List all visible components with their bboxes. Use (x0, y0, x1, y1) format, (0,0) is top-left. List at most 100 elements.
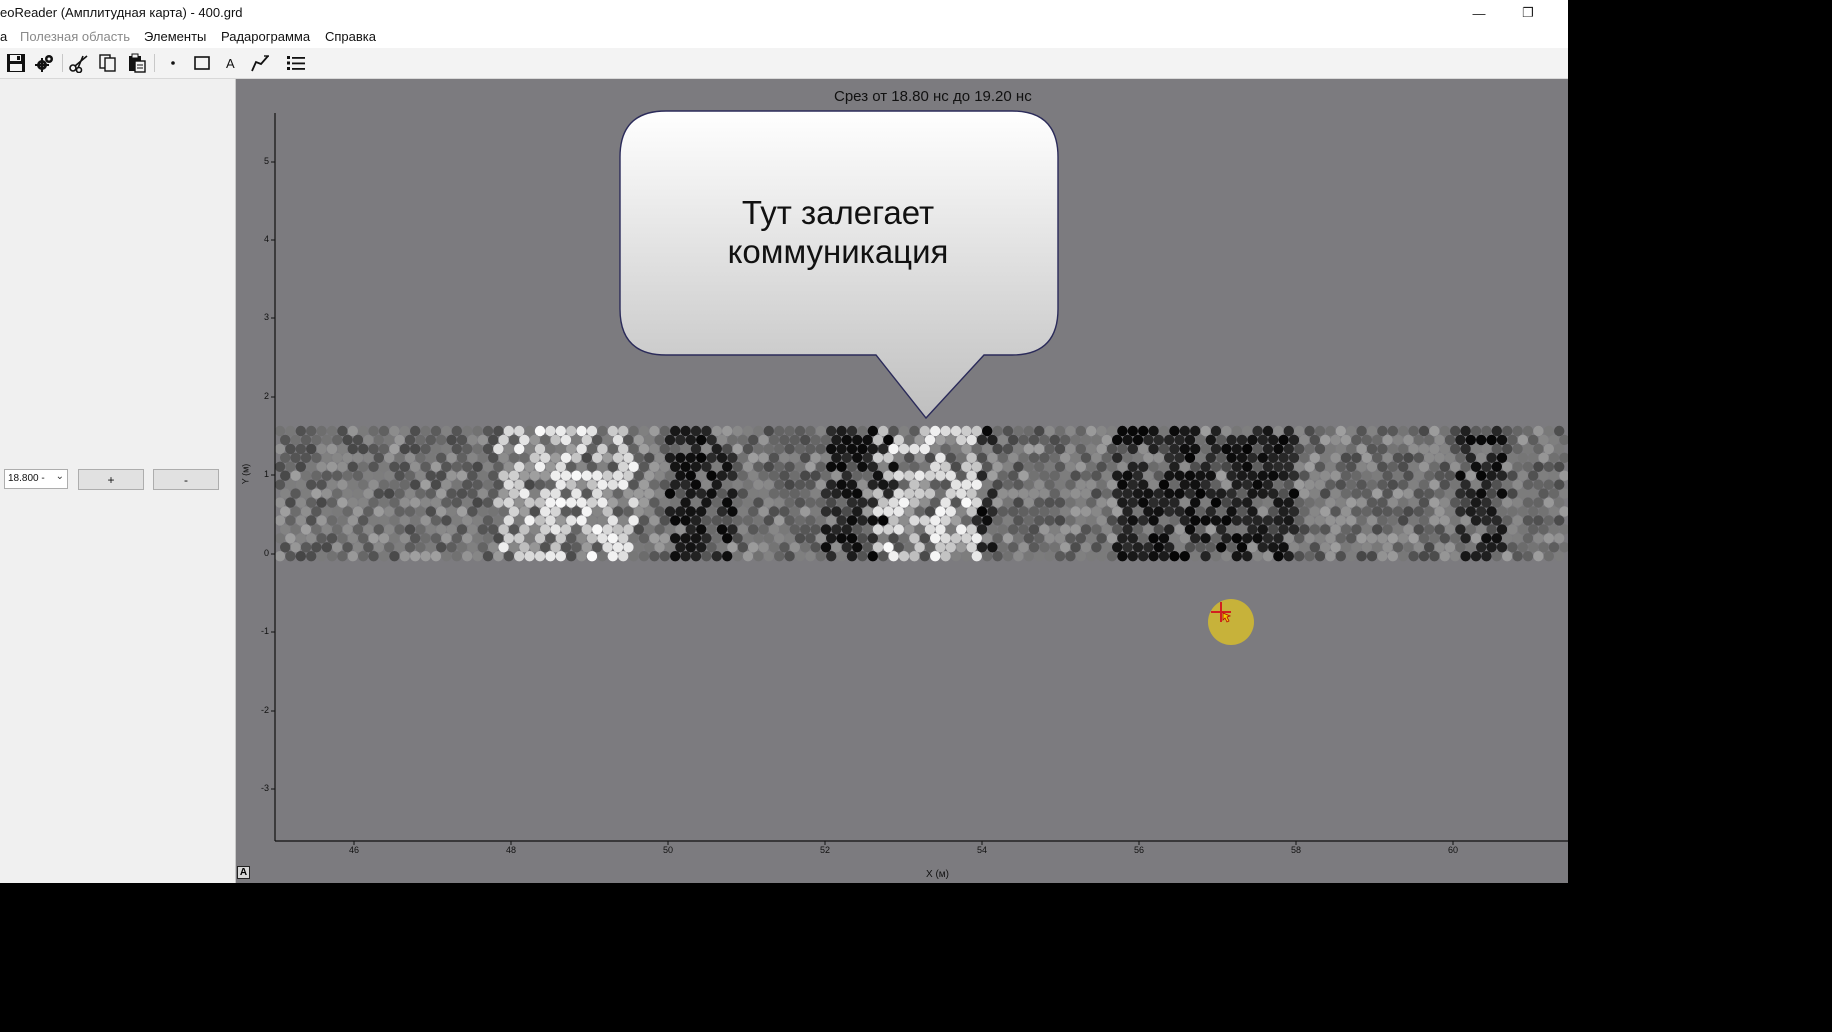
text-icon[interactable]: A (219, 52, 243, 74)
amplitude-cell (368, 515, 379, 526)
amplitude-cell (1023, 551, 1034, 562)
amplitude-cell (841, 524, 852, 535)
amplitude-cell (571, 452, 582, 463)
amplitude-cell (571, 542, 582, 553)
amplitude-cell (732, 497, 743, 508)
time-slice-select[interactable]: 18.800 - ⌄ (4, 469, 68, 489)
amplitude-cell (857, 533, 868, 544)
amplitude-cell (467, 542, 478, 553)
amplitude-cell (852, 488, 863, 499)
amplitude-cell (602, 470, 613, 481)
amplitude-cell (1392, 506, 1404, 517)
menu-useful-area[interactable]: Полезная область (20, 29, 130, 44)
point-icon[interactable] (161, 52, 185, 74)
amplitude-cell (810, 452, 821, 463)
menu-radargram[interactable]: Радарограмма (221, 29, 310, 44)
amplitude-cell (342, 470, 353, 481)
amplitude-cell (274, 533, 286, 544)
amplitude-map-plot[interactable]: Срез от 18.80 нс до 19.20 нс 5 4 3 2 1 0… (236, 79, 1568, 883)
amplitude-cell (836, 479, 847, 490)
amplitude-cell (1054, 479, 1066, 490)
amplitude-cell (628, 533, 639, 544)
amplitude-cell (711, 551, 722, 562)
restore-button[interactable]: ❐ (1505, 0, 1551, 26)
amplitude-cell (430, 533, 442, 544)
amplitude-cell (722, 425, 733, 437)
amplitude-cell (1486, 470, 1497, 481)
amplitude-cell (696, 524, 707, 535)
amplitude-cell (612, 542, 624, 553)
amplitude-cell (1262, 515, 1274, 526)
amplitude-cell (1008, 488, 1019, 499)
amplitude-cell (602, 506, 613, 517)
copy-icon[interactable] (96, 52, 120, 74)
amplitude-cell (404, 470, 416, 481)
amplitude-cell (1283, 497, 1295, 508)
amplitude-cell (961, 443, 972, 455)
amplitude-cell (774, 551, 785, 562)
rectangle-icon[interactable] (190, 52, 214, 74)
amplitude-cell (1554, 443, 1565, 455)
amplitude-cell (789, 542, 800, 553)
amplitude-cell (1143, 488, 1154, 499)
cut-icon[interactable] (67, 52, 91, 74)
amplitude-cell (1122, 542, 1133, 553)
amplitude-cell (1138, 515, 1149, 526)
polyline-icon[interactable] (248, 52, 272, 74)
amplitude-cell (1210, 443, 1222, 455)
amplitude-cell (909, 551, 920, 562)
amplitude-cell (1377, 479, 1388, 490)
amplitude-cell (1522, 479, 1534, 490)
amplitude-cell (1408, 533, 1419, 544)
amplitude-cell (831, 434, 842, 446)
amplitude-cell (342, 452, 353, 463)
amplitude-cell (1060, 452, 1071, 463)
amplitude-cell (987, 542, 998, 553)
amplitude-cell (623, 452, 634, 463)
minimize-button[interactable]: — (1456, 0, 1502, 26)
amplitude-cell (1450, 551, 1461, 562)
amplitude-cell (503, 551, 514, 562)
slice-increase-button[interactable]: + (78, 469, 144, 490)
menu-file[interactable]: а (0, 29, 7, 44)
amplitude-cell (451, 497, 462, 508)
amplitude-cell (1314, 551, 1326, 562)
amplitude-cell (332, 488, 343, 499)
amplitude-cell (1153, 488, 1164, 499)
amplitude-cell (321, 470, 332, 481)
amplitude-cell (904, 470, 915, 481)
menu-help[interactable]: Справка (325, 29, 376, 44)
settings-gears-icon[interactable] (33, 52, 57, 74)
callout-annotation-text[interactable]: Тут залегает коммуникация (622, 193, 1054, 271)
slice-decrease-button[interactable]: - (153, 469, 219, 490)
list-icon[interactable] (284, 52, 308, 74)
save-icon[interactable] (4, 52, 28, 74)
amplitude-cell (1351, 524, 1362, 535)
amplitude-cell (1221, 497, 1232, 508)
amplitude-cell (358, 425, 369, 437)
paste-icon[interactable] (125, 52, 149, 74)
amplitude-cell (784, 461, 795, 472)
amplitude-cell (332, 506, 343, 517)
amplitude-cell (550, 542, 561, 553)
amplitude-cell (326, 497, 338, 508)
amplitude-cell (1002, 443, 1014, 455)
amplitude-cell (1127, 551, 1138, 562)
amplitude-cell (1502, 479, 1513, 490)
amplitude-cell (1356, 461, 1367, 472)
amplitude-cell (420, 443, 431, 455)
amplitude-cell (1444, 488, 1456, 499)
amplitude-cell (581, 452, 592, 463)
amplitude-cell (1174, 506, 1185, 517)
menu-elements[interactable]: Элементы (144, 29, 206, 44)
amplitude-cell (654, 434, 665, 446)
amplitude-cell (878, 443, 889, 455)
amplitude-cell (1231, 425, 1242, 437)
amplitude-cell (1268, 524, 1279, 535)
amplitude-cell (493, 443, 504, 455)
amplitude-cell (300, 434, 312, 446)
amplitude-cell (1335, 551, 1347, 562)
amplitude-cell (1080, 470, 1092, 481)
amplitude-cell (1382, 452, 1393, 463)
annotation-a-icon[interactable]: A (237, 866, 250, 879)
